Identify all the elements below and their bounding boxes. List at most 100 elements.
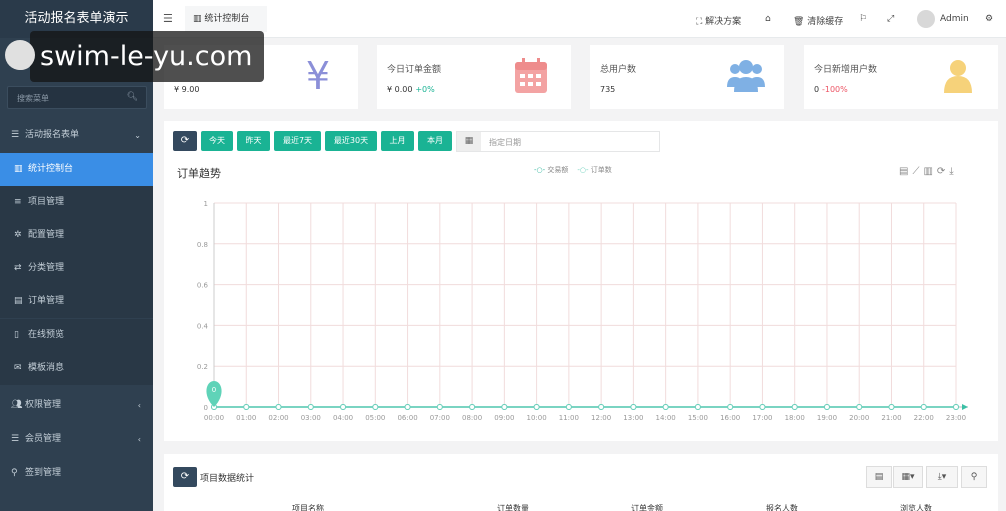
export-dropdown-icon[interactable]: ⤓▾: [926, 466, 958, 488]
map-marker-icon: ⚲: [11, 468, 18, 478]
data-point: [275, 404, 282, 410]
data-point: [694, 404, 701, 410]
stat-change: -100%: [821, 85, 848, 94]
filter-yesterday-button[interactable]: 昨天: [237, 131, 270, 151]
calendar-icon: [513, 57, 549, 95]
admin-avatar[interactable]: [917, 10, 935, 28]
data-point: [727, 404, 734, 410]
data-point: [856, 404, 863, 410]
stat-card-total-users: 总用户数 735: [590, 45, 784, 109]
legend-item-orders[interactable]: -○- 订单数: [577, 166, 611, 174]
chevron-down-icon: ⌄: [134, 131, 141, 140]
y-tick-label: 1: [204, 200, 208, 208]
stat-value: ¥ 0.00: [387, 85, 413, 94]
fullscreen-icon[interactable]: ⤢: [887, 14, 894, 24]
filter-7days-button[interactable]: 最近7天: [274, 131, 321, 151]
settings-icon[interactable]: ⚙: [985, 14, 993, 24]
x-tick-label: 08:00: [462, 414, 482, 422]
x-tick-label: 18:00: [785, 414, 805, 422]
data-point: [565, 404, 572, 410]
filter-this-month-button[interactable]: 本月: [418, 131, 452, 151]
menu-orders[interactable]: ▤ 订单管理: [0, 285, 153, 318]
data-point: [759, 404, 766, 410]
home-icon[interactable]: ⌂: [765, 14, 771, 24]
data-point: [920, 404, 927, 410]
data-point: [501, 404, 508, 410]
table-view-icon[interactable]: ▤: [866, 466, 892, 488]
data-point: [630, 404, 637, 410]
language-icon[interactable]: ⚐: [859, 14, 867, 24]
x-tick-label: 14:00: [656, 414, 676, 422]
y-tick-label: 0.2: [197, 363, 208, 371]
list-icon: ☰: [11, 130, 20, 140]
menu-toggle-icon[interactable]: ☰: [163, 12, 173, 25]
menu-preview[interactable]: ▯ 在线预览: [0, 319, 153, 352]
filter-30days-button[interactable]: 最近30天: [325, 131, 377, 151]
refresh-button[interactable]: ⟳: [173, 131, 197, 151]
menu-templates[interactable]: ✉ 模板消息: [0, 352, 153, 385]
data-point: [598, 404, 605, 410]
tab-dashboard[interactable]: ▥ 统计控制台: [185, 6, 267, 32]
menu-members[interactable]: ☰ 会员管理 ‹: [0, 423, 153, 456]
menu-dashboard[interactable]: ▥ 统计控制台: [0, 153, 153, 186]
data-point: [243, 404, 250, 410]
x-tick-label: 17:00: [752, 414, 772, 422]
filter-last-month-button[interactable]: 上月: [381, 131, 414, 151]
yen-icon: ¥: [305, 54, 331, 98]
file-icon: ▤: [14, 296, 23, 306]
stat-card-today-amount: 今日订单金额 ¥ 0.00 +0%: [377, 45, 571, 109]
admin-username[interactable]: Admin: [940, 14, 969, 24]
data-point: [791, 404, 798, 410]
filter-today-button[interactable]: 今天: [201, 131, 233, 151]
legend-item-amount[interactable]: -○- 交易额: [534, 166, 568, 174]
column-header[interactable]: 订单数量: [497, 503, 529, 511]
bar-chart-icon: ▥: [193, 14, 205, 24]
download-icon[interactable]: ⤓: [949, 166, 957, 177]
column-header[interactable]: 项目名称: [292, 503, 324, 511]
menu-config[interactable]: ✲ 配置管理: [0, 219, 153, 252]
list-icon: ≡: [14, 197, 22, 207]
x-tick-label: 16:00: [720, 414, 740, 422]
date-picker-input[interactable]: ▦ 指定日期: [456, 131, 660, 152]
column-header[interactable]: 订单金额: [631, 503, 663, 511]
x-tick-label: 06:00: [397, 414, 417, 422]
solutions-link[interactable]: ⛶ 解决方案: [696, 14, 741, 27]
bar-switch-icon[interactable]: ▥: [923, 166, 936, 177]
data-point: [340, 404, 347, 410]
project-refresh-button[interactable]: ⟳: [173, 467, 197, 487]
restore-icon[interactable]: ⟳: [937, 166, 949, 177]
data-view-icon[interactable]: ▤: [899, 166, 912, 177]
user-icon: [940, 57, 976, 95]
menu-search-input[interactable]: 搜索菜单 🔍︎: [7, 86, 147, 109]
calendar-icon: ▦: [457, 132, 481, 151]
stat-value: ¥ 9.00: [174, 85, 200, 94]
line-switch-icon[interactable]: ⟋: [912, 166, 923, 177]
menu-categories[interactable]: ⇄ 分类管理: [0, 252, 153, 285]
menu-activity-form[interactable]: ☰ 活动报名表单 ⌄: [0, 119, 153, 152]
menu-permissions[interactable]: 👥︎ 权限管理 ‹: [0, 389, 153, 422]
x-tick-label: 03:00: [301, 414, 321, 422]
x-tick-label: 22:00: [914, 414, 934, 422]
x-axis-arrow: [962, 404, 968, 410]
x-tick-label: 02:00: [268, 414, 288, 422]
x-tick-label: 09:00: [494, 414, 514, 422]
menu-projects[interactable]: ≡ 项目管理: [0, 186, 153, 219]
data-point: [469, 404, 476, 410]
columns-dropdown-icon[interactable]: ▦▾: [893, 466, 923, 488]
x-tick-label: 05:00: [365, 414, 385, 422]
clear-cache-button[interactable]: 🗑︎ 清除缓存: [793, 14, 843, 27]
column-header[interactable]: 浏览人数: [900, 503, 932, 511]
data-point: [307, 404, 314, 410]
menu-checkin[interactable]: ⚲ 签到管理: [0, 457, 153, 490]
data-point: [372, 404, 379, 410]
topbar: ☰ ▥ 统计控制台 ⛶ 解决方案 ⌂ 🗑︎ 清除缓存 ⚐ ⤢ Admin ⚙: [153, 0, 1006, 38]
chart-toolbox: ▤⟋▥⟳⤓: [899, 166, 958, 177]
column-header[interactable]: 报名人数: [766, 503, 798, 511]
table-search-icon[interactable]: ⚲: [961, 466, 987, 488]
data-point: [888, 404, 895, 410]
marker-pin: [206, 381, 222, 407]
chart-title: 订单趋势: [177, 167, 221, 180]
search-icon[interactable]: 🔍︎: [127, 92, 138, 102]
x-tick-label: 11:00: [559, 414, 579, 422]
envelope-icon: ✉: [14, 363, 22, 373]
